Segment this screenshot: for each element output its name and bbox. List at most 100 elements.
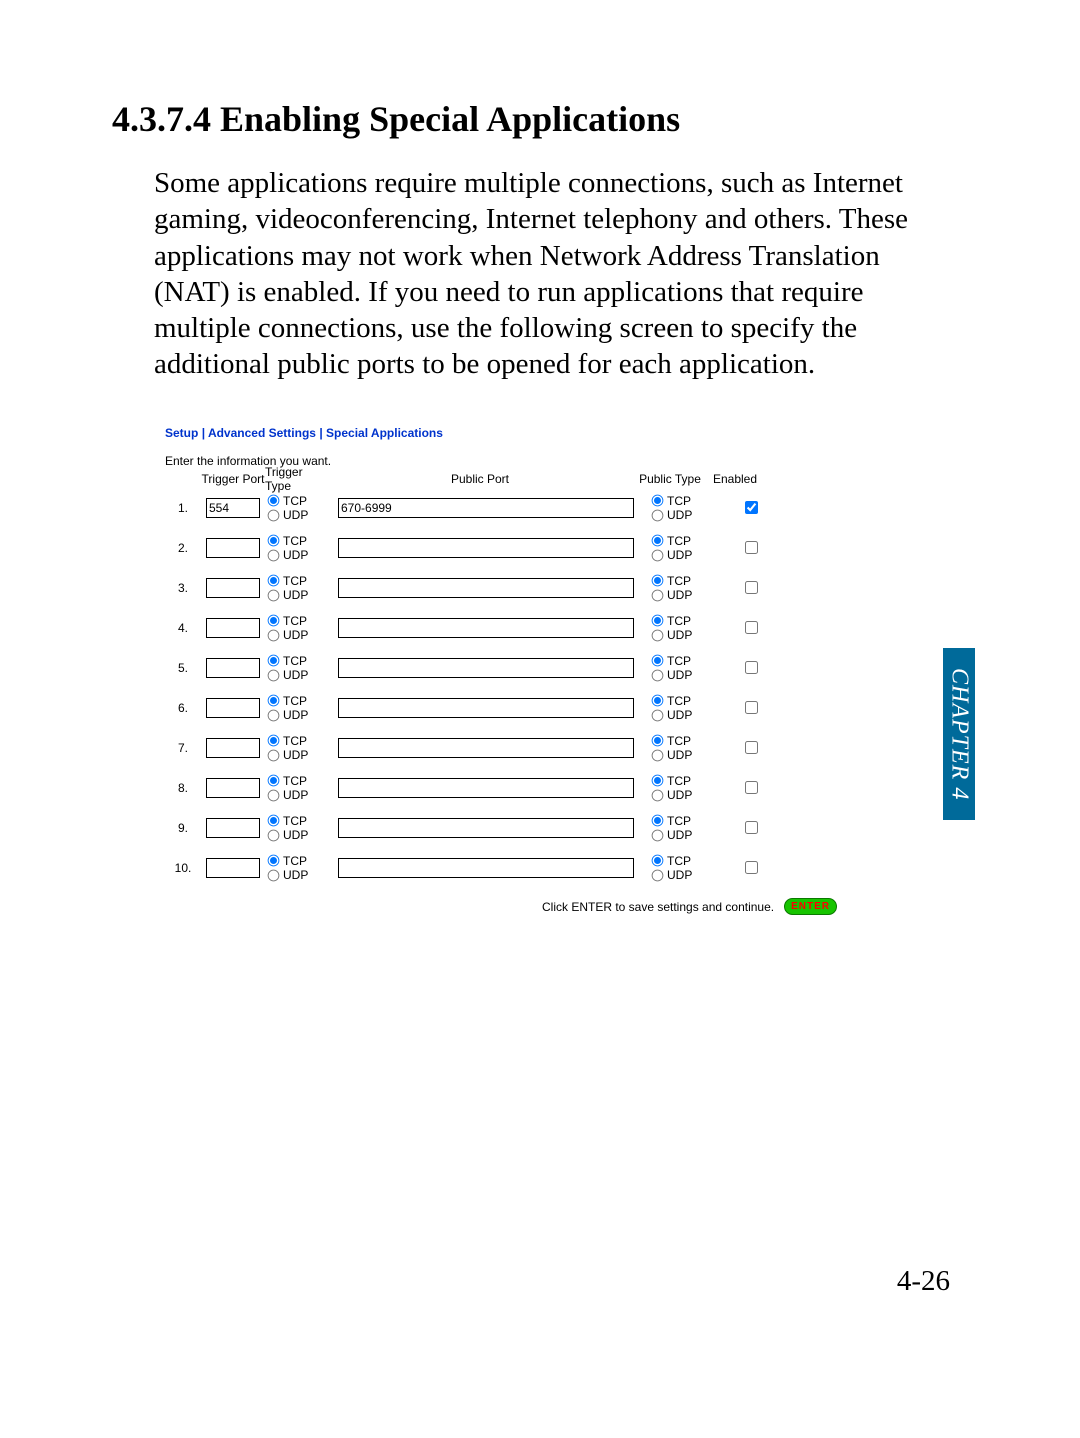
table-row: 6.TCPUDPTCPUDP [165, 688, 837, 728]
trigger-port-input[interactable] [206, 818, 260, 838]
trigger-type-tcp-radio[interactable] [268, 735, 280, 747]
row-number: 4. [165, 621, 201, 635]
public-port-input[interactable] [338, 498, 634, 518]
public-type-tcp-radio[interactable] [652, 855, 664, 867]
trigger-port-input[interactable] [206, 578, 260, 598]
trigger-type-udp-label: UDP [283, 588, 308, 602]
enter-button[interactable]: ENTER [784, 898, 837, 915]
trigger-type-tcp-label: TCP [283, 654, 307, 668]
trigger-type-tcp-radio[interactable] [268, 495, 280, 507]
trigger-port-input[interactable] [206, 498, 260, 518]
trigger-type-udp-radio[interactable] [268, 869, 280, 881]
enabled-checkbox[interactable] [745, 861, 758, 874]
public-port-input[interactable] [338, 698, 634, 718]
trigger-type-tcp-label: TCP [283, 854, 307, 868]
trigger-port-input[interactable] [206, 778, 260, 798]
section-heading: 4.3.7.4 Enabling Special Applications [112, 98, 680, 140]
enabled-checkbox[interactable] [745, 621, 758, 634]
public-type-tcp-label: TCP [667, 494, 691, 508]
public-type-udp-radio[interactable] [652, 789, 664, 801]
trigger-type-tcp-label: TCP [283, 814, 307, 828]
enabled-checkbox[interactable] [745, 781, 758, 794]
public-type-udp-radio[interactable] [652, 589, 664, 601]
public-type-tcp-label: TCP [667, 694, 691, 708]
trigger-type-udp-radio[interactable] [268, 749, 280, 761]
trigger-type-udp-label: UDP [283, 708, 308, 722]
chapter-tab: CHAPTER 4 [943, 648, 975, 820]
row-number: 9. [165, 821, 201, 835]
public-port-input[interactable] [338, 858, 634, 878]
public-type-udp-radio[interactable] [652, 549, 664, 561]
public-type-tcp-radio[interactable] [652, 495, 664, 507]
trigger-port-input[interactable] [206, 538, 260, 558]
public-type-udp-radio[interactable] [652, 629, 664, 641]
public-port-input[interactable] [338, 738, 634, 758]
public-port-input[interactable] [338, 818, 634, 838]
trigger-type-udp-radio[interactable] [268, 669, 280, 681]
public-type-tcp-radio[interactable] [652, 655, 664, 667]
trigger-type-tcp-radio[interactable] [268, 815, 280, 827]
enabled-checkbox[interactable] [745, 741, 758, 754]
public-type-tcp-radio[interactable] [652, 575, 664, 587]
trigger-type-tcp-radio[interactable] [268, 775, 280, 787]
breadcrumb-setup[interactable]: Setup [165, 426, 198, 440]
public-type-udp-label: UDP [667, 628, 692, 642]
breadcrumb-sep-2: | [319, 426, 326, 440]
enabled-checkbox[interactable] [745, 821, 758, 834]
public-type-tcp-radio[interactable] [652, 775, 664, 787]
public-type-tcp-radio[interactable] [652, 615, 664, 627]
trigger-port-input[interactable] [206, 618, 260, 638]
public-type-tcp-radio[interactable] [652, 735, 664, 747]
trigger-type-tcp-radio[interactable] [268, 575, 280, 587]
trigger-type-tcp-radio[interactable] [268, 855, 280, 867]
public-type-udp-radio[interactable] [652, 749, 664, 761]
breadcrumb-advanced[interactable]: Advanced Settings [208, 426, 316, 440]
trigger-port-input[interactable] [206, 738, 260, 758]
trigger-type-udp-radio[interactable] [268, 789, 280, 801]
enabled-checkbox[interactable] [745, 501, 758, 514]
public-type-tcp-radio[interactable] [652, 695, 664, 707]
breadcrumb: Setup | Advanced Settings | Special Appl… [165, 426, 837, 440]
enabled-checkbox[interactable] [745, 541, 758, 554]
enabled-checkbox[interactable] [745, 701, 758, 714]
trigger-type-udp-label: UDP [283, 828, 308, 842]
enabled-checkbox[interactable] [745, 581, 758, 594]
public-port-input[interactable] [338, 538, 634, 558]
public-type-udp-radio[interactable] [652, 829, 664, 841]
enabled-checkbox[interactable] [745, 661, 758, 674]
table-row: 9.TCPUDPTCPUDP [165, 808, 837, 848]
public-port-input[interactable] [338, 578, 634, 598]
table-header-row: Trigger Port Trigger Type Public Port Pu… [165, 470, 837, 488]
trigger-type-tcp-label: TCP [283, 774, 307, 788]
public-type-udp-radio[interactable] [652, 509, 664, 521]
trigger-type-udp-radio[interactable] [268, 589, 280, 601]
hdr-trigger-port: Trigger Port [201, 472, 265, 486]
chapter-tab-label: CHAPTER 4 [946, 668, 973, 800]
trigger-port-input[interactable] [206, 658, 260, 678]
public-type-udp-label: UDP [667, 788, 692, 802]
trigger-type-tcp-radio[interactable] [268, 535, 280, 547]
trigger-type-udp-radio[interactable] [268, 629, 280, 641]
public-type-tcp-radio[interactable] [652, 535, 664, 547]
public-port-input[interactable] [338, 778, 634, 798]
trigger-type-udp-radio[interactable] [268, 709, 280, 721]
public-type-udp-radio[interactable] [652, 869, 664, 881]
public-type-tcp-radio[interactable] [652, 815, 664, 827]
public-type-udp-radio[interactable] [652, 669, 664, 681]
trigger-type-tcp-radio[interactable] [268, 615, 280, 627]
trigger-type-tcp-label: TCP [283, 534, 307, 548]
trigger-type-udp-radio[interactable] [268, 829, 280, 841]
table-row: 10.TCPUDPTCPUDP [165, 848, 837, 888]
hdr-public-port: Public Port [325, 472, 635, 486]
trigger-type-udp-label: UDP [283, 548, 308, 562]
trigger-type-tcp-radio[interactable] [268, 695, 280, 707]
public-port-input[interactable] [338, 618, 634, 638]
trigger-port-input[interactable] [206, 858, 260, 878]
trigger-type-udp-radio[interactable] [268, 549, 280, 561]
trigger-type-tcp-radio[interactable] [268, 655, 280, 667]
row-number: 5. [165, 661, 201, 675]
trigger-port-input[interactable] [206, 698, 260, 718]
trigger-type-udp-radio[interactable] [268, 509, 280, 521]
public-type-udp-radio[interactable] [652, 709, 664, 721]
public-port-input[interactable] [338, 658, 634, 678]
